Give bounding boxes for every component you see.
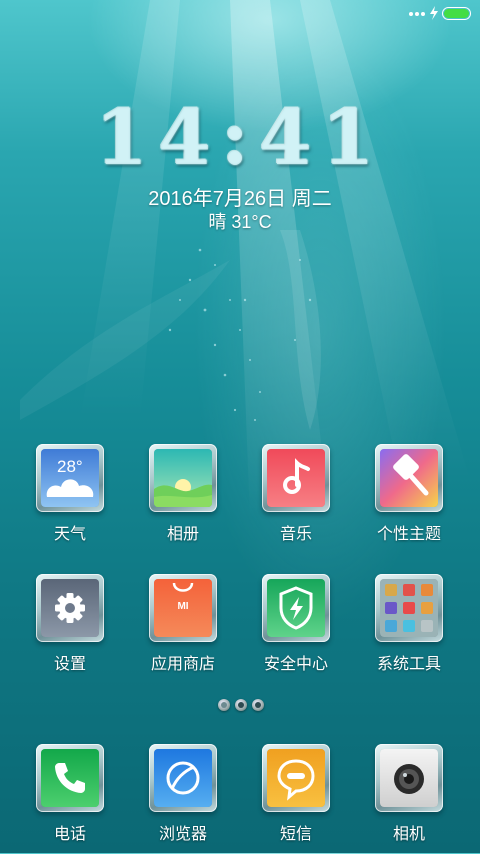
icon-frame	[375, 574, 443, 642]
app-label: 设置	[53, 656, 86, 673]
dock-phone[interactable]: 电话	[20, 744, 120, 854]
icon-frame: MI	[149, 574, 217, 642]
dock-browser[interactable]: 浏览器	[133, 744, 233, 854]
weather-icon: 28°	[41, 449, 99, 507]
theme-brush-icon	[380, 449, 438, 507]
lock-clock-time[interactable]: 14:41	[0, 95, 480, 181]
app-settings[interactable]: 设置	[20, 574, 120, 684]
security-shield-icon	[267, 579, 325, 637]
icon-frame	[262, 744, 330, 812]
icon-frame	[149, 444, 217, 512]
weather-temp-badge: 28°	[57, 457, 83, 476]
page-dot[interactable]	[218, 699, 230, 711]
app-label: 个性主题	[376, 526, 441, 543]
app-weather[interactable]: 28° 天气	[20, 444, 120, 554]
dock-messaging[interactable]: 短信	[246, 744, 346, 854]
icon-frame	[36, 574, 104, 642]
app-label: 天气	[53, 526, 86, 543]
app-security[interactable]: 安全中心	[246, 574, 346, 684]
lock-clock-weather[interactable]: 晴 31°C	[0, 208, 480, 234]
icon-frame	[36, 744, 104, 812]
app-store-bag-icon: MI	[154, 579, 212, 637]
messaging-icon	[267, 749, 325, 807]
browser-icon	[154, 749, 212, 807]
app-system-tools[interactable]: 系统工具	[359, 574, 459, 684]
charging-icon	[430, 6, 438, 20]
phone-icon	[41, 749, 99, 807]
dock-camera[interactable]: 相机	[359, 744, 459, 854]
app-label: 相册	[166, 526, 199, 543]
app-label: 音乐	[279, 526, 312, 543]
icon-frame	[375, 444, 443, 512]
store-mi-logo: MI	[177, 601, 189, 612]
app-gallery[interactable]: 相册	[133, 444, 233, 554]
app-label: 相机	[392, 826, 425, 843]
app-label: 应用商店	[150, 656, 215, 673]
music-icon	[267, 449, 325, 507]
icon-frame	[375, 744, 443, 812]
app-themes[interactable]: 个性主题	[359, 444, 459, 554]
app-label: 电话	[53, 826, 86, 843]
gallery-icon	[154, 449, 212, 507]
gear-icon	[41, 579, 99, 637]
battery-icon	[442, 7, 471, 20]
app-label: 安全中心	[263, 656, 328, 673]
app-music[interactable]: 音乐	[246, 444, 346, 554]
lock-clock-date[interactable]: 2016年7月26日 周二	[0, 182, 480, 211]
app-label: 浏览器	[158, 826, 207, 843]
page-dot[interactable]	[252, 699, 264, 711]
app-label: 短信	[279, 826, 312, 843]
page-dot[interactable]	[235, 699, 247, 711]
camera-icon	[380, 749, 438, 807]
app-label: 系统工具	[376, 656, 441, 673]
icon-frame	[262, 444, 330, 512]
page-indicator[interactable]	[218, 699, 266, 713]
icon-frame	[149, 744, 217, 812]
tools-folder-icon	[380, 579, 438, 637]
icon-frame	[262, 574, 330, 642]
signal-dots-icon	[409, 12, 425, 16]
app-store[interactable]: MI 应用商店	[133, 574, 233, 684]
icon-frame: 28°	[36, 444, 104, 512]
status-bar	[0, 0, 480, 28]
